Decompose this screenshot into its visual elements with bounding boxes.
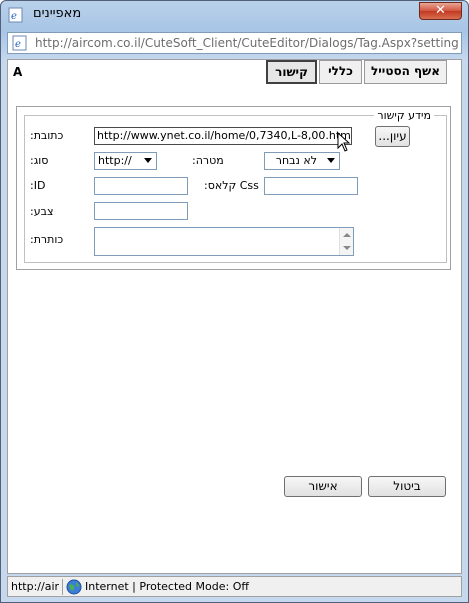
status-url: http://air [11, 580, 60, 593]
title-textarea[interactable] [94, 227, 354, 256]
tab-general[interactable]: כללי [319, 60, 362, 84]
type-label: סוג: [30, 154, 49, 167]
css-class-label: Css קלאס: [204, 179, 259, 192]
scroll-down-icon[interactable] [343, 246, 351, 250]
id-input[interactable] [94, 177, 188, 195]
status-bar: http://air Internet | Protected Mode: Of… [7, 576, 462, 597]
svg-text:e: e [11, 11, 17, 22]
cancel-button[interactable]: ביטול [368, 476, 446, 497]
link-info-group: מידע קישור כתובת: http://www.ynet.co.il/… [24, 109, 447, 263]
tab-style-wizard[interactable]: אשף הסטייל [364, 60, 447, 84]
group-legend: מידע קישור [374, 109, 434, 122]
globe-icon [66, 579, 82, 595]
title-bar[interactable]: e מאפיינים ✕ [1, 1, 468, 29]
status-separator [62, 579, 63, 595]
dialog-content: A אשף הסטייל כללי קישור מידע קישור כתובת… [7, 59, 462, 574]
chevron-down-icon [144, 158, 152, 163]
browse-button[interactable]: עיון... [375, 126, 410, 147]
tab-label: כללי [328, 64, 353, 78]
ok-button[interactable]: אישור [284, 476, 362, 497]
color-input[interactable] [94, 202, 188, 220]
close-button[interactable]: ✕ [419, 2, 462, 20]
color-label: צבע: [30, 205, 54, 218]
address-input[interactable]: http://www.ynet.co.il/home/0,7340,L-8,00… [94, 127, 352, 145]
target-select[interactable]: לא נבחר [264, 152, 340, 170]
type-select[interactable]: http:// [94, 152, 157, 170]
mouse-cursor-icon [337, 132, 351, 152]
scroll-up-icon[interactable] [343, 233, 351, 237]
title-label: כותרת: [30, 233, 64, 246]
tab-panel: מידע קישור כתובת: http://www.ynet.co.il/… [16, 106, 451, 270]
tab-label: קישור [275, 65, 308, 79]
svg-text:e: e [15, 39, 21, 50]
target-label: מטרה: [192, 154, 224, 167]
address-url: http://aircom.co.il/CuteSoft_Client/Cute… [35, 36, 459, 50]
type-value: http:// [98, 154, 132, 167]
window-title: מאפיינים [33, 6, 82, 21]
title-scrollbar[interactable] [339, 228, 353, 255]
page-icon: e [12, 35, 27, 51]
css-class-input[interactable] [264, 177, 358, 195]
address-bar: e http://aircom.co.il/CuteSoft_Client/Cu… [7, 32, 462, 54]
address-label: כתובת: [30, 129, 64, 142]
tab-link[interactable]: קישור [266, 60, 317, 84]
dialog-window: e מאפיינים ✕ e http://aircom.co.il/CuteS… [0, 0, 469, 603]
close-icon: ✕ [435, 3, 446, 18]
target-value: לא נבחר [275, 154, 317, 167]
element-tag-label: A [13, 65, 23, 79]
tab-label: אשף הסטייל [371, 64, 440, 78]
chevron-down-icon [327, 158, 335, 163]
id-label: ID: [30, 179, 46, 192]
security-zone: Internet | Protected Mode: Off [85, 580, 249, 593]
ie-icon: e [8, 7, 23, 23]
